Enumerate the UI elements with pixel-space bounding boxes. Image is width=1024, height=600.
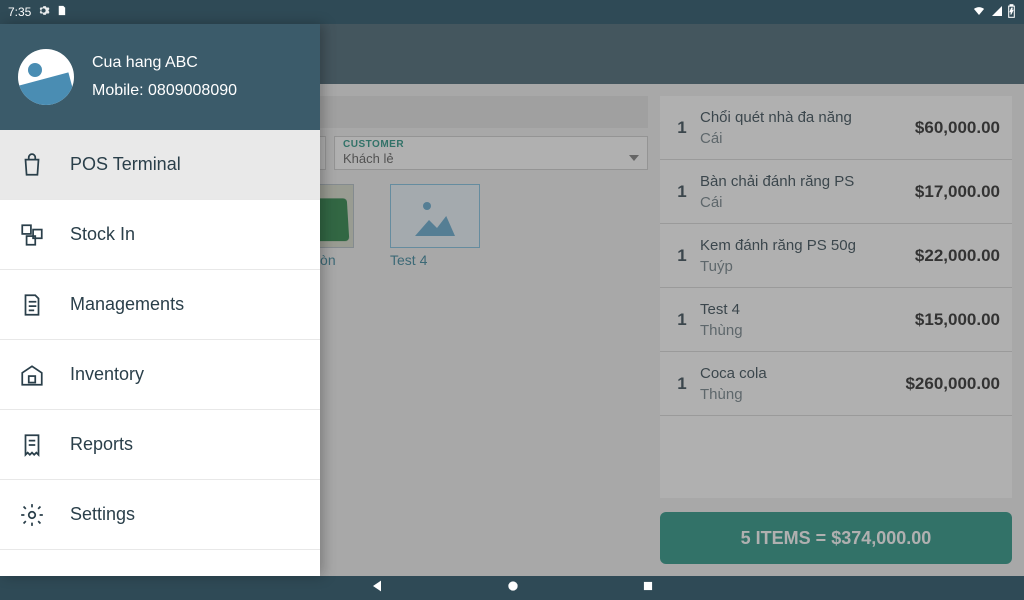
receipt-icon <box>18 431 46 459</box>
document-icon <box>18 291 46 319</box>
drawer-header: Cua hang ABC Mobile: 0809008090 <box>0 24 320 130</box>
store-mobile: Mobile: 0809008090 <box>92 77 237 105</box>
signal-icon <box>991 5 1003 20</box>
warehouse-icon <box>18 361 46 389</box>
recent-button[interactable] <box>641 579 655 598</box>
sd-icon <box>56 4 67 20</box>
nav-pos-terminal[interactable]: POS Terminal <box>0 130 320 200</box>
bag-icon <box>18 151 46 179</box>
nav-label: Inventory <box>70 364 144 385</box>
nav-label: Settings <box>70 504 135 525</box>
home-button[interactable] <box>505 578 521 599</box>
nav-label: Stock In <box>70 224 135 245</box>
nav-reports[interactable]: Reports <box>0 410 320 480</box>
status-bar: 7:35 <box>0 0 1024 24</box>
status-time: 7:35 <box>8 5 31 19</box>
nav-label: POS Terminal <box>70 154 181 175</box>
android-navbar <box>0 576 1024 600</box>
gear-icon <box>37 4 50 20</box>
battery-icon <box>1007 4 1016 21</box>
nav-label: Reports <box>70 434 133 455</box>
wifi-icon <box>971 5 987 20</box>
nav-inventory[interactable]: Inventory <box>0 340 320 410</box>
store-name: Cua hang ABC <box>92 49 237 77</box>
nav-label: Managements <box>70 294 184 315</box>
gear-icon <box>18 501 46 529</box>
boxes-icon <box>18 221 46 249</box>
nav-drawer: Cua hang ABC Mobile: 0809008090 POS Term… <box>0 24 320 576</box>
back-button[interactable] <box>369 578 385 599</box>
avatar <box>18 49 74 105</box>
nav-stock-in[interactable]: Stock In <box>0 200 320 270</box>
nav-managements[interactable]: Managements <box>0 270 320 340</box>
nav-settings[interactable]: Settings <box>0 480 320 550</box>
